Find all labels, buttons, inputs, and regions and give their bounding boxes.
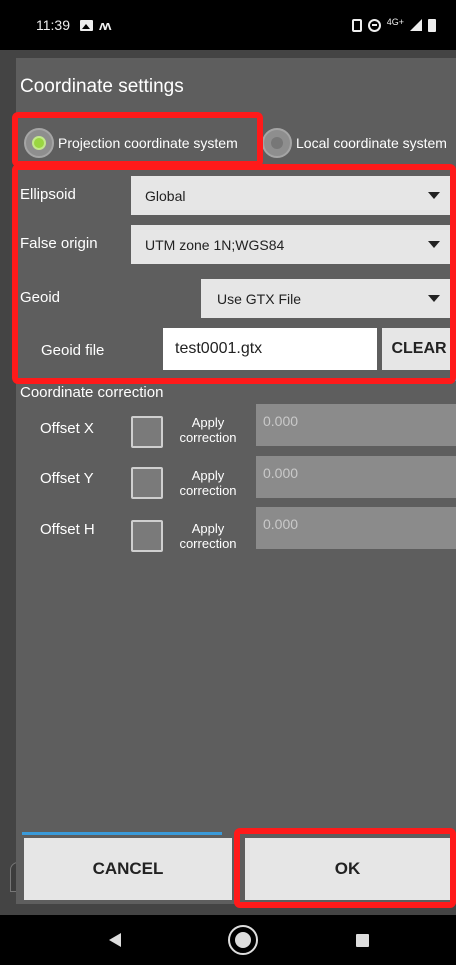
divider (22, 832, 222, 835)
offset-h-label: Offset H (40, 521, 95, 538)
false-origin-label: False origin (20, 235, 98, 252)
radio-unselected-icon (262, 128, 292, 158)
ok-button[interactable]: OK (245, 838, 450, 900)
home-icon[interactable] (228, 925, 258, 955)
status-time: 11:39 (36, 17, 70, 33)
false-origin-value: UTM zone 1N;WGS84 (145, 236, 285, 253)
network-type: 4G+ (386, 17, 404, 27)
geoid-label: Geoid (20, 289, 61, 306)
radio-local-coordinate-system[interactable]: Local coordinate system (262, 126, 447, 160)
divider (16, 378, 456, 381)
apply-correction-label: Apply correction (179, 521, 237, 551)
radio-projection-coordinate-system[interactable]: Projection coordinate system (24, 126, 238, 160)
geoid-value: Use GTX File (217, 290, 302, 307)
offset-y-label: Offset Y (40, 470, 94, 487)
offset-x-field[interactable]: 0.000 (256, 404, 456, 446)
radio-selected-icon (24, 128, 54, 158)
recents-icon[interactable] (356, 934, 369, 947)
apply-correction-label: Apply correction (179, 415, 237, 445)
vibrate-icon (351, 18, 362, 32)
radio-label: Projection coordinate system (58, 135, 238, 151)
signal-icon (410, 19, 422, 31)
offset-h-apply-checkbox[interactable] (131, 520, 163, 552)
status-bar: 11:39 ʌʌ 4G+ (0, 0, 456, 50)
coordinate-correction-title: Coordinate correction (20, 384, 164, 401)
navigation-bar (0, 915, 456, 965)
dialog-title: Coordinate settings (20, 76, 184, 97)
radio-label: Local coordinate system (296, 135, 447, 151)
battery-icon (428, 18, 436, 32)
chevron-down-icon (428, 295, 440, 302)
ellipsoid-label: Ellipsoid (20, 186, 76, 203)
apply-correction-label: Apply correction (179, 468, 237, 498)
geoid-file-label: Geoid file (41, 342, 105, 359)
offset-h-field[interactable]: 0.000 (256, 507, 456, 549)
clear-button[interactable]: CLEAR (382, 328, 456, 370)
back-icon[interactable] (109, 933, 121, 947)
ellipsoid-value: Global (145, 187, 186, 204)
false-origin-select[interactable]: UTM zone 1N;WGS84 (131, 225, 456, 264)
offset-x-apply-checkbox[interactable] (131, 416, 163, 448)
gallery-icon (80, 19, 93, 31)
offset-y-field[interactable]: 0.000 (256, 456, 456, 498)
chevron-down-icon (428, 241, 440, 248)
cancel-button[interactable]: CANCEL (24, 838, 232, 900)
dnd-icon (367, 18, 381, 32)
geoid-file-input[interactable]: test0001.gtx (163, 328, 377, 370)
ellipsoid-select[interactable]: Global (131, 176, 456, 215)
geoid-select[interactable]: Use GTX File (201, 279, 456, 318)
offset-y-apply-checkbox[interactable] (131, 467, 163, 499)
m-icon: ʌʌ (99, 17, 112, 33)
chevron-down-icon (428, 192, 440, 199)
offset-x-label: Offset X (40, 420, 94, 437)
